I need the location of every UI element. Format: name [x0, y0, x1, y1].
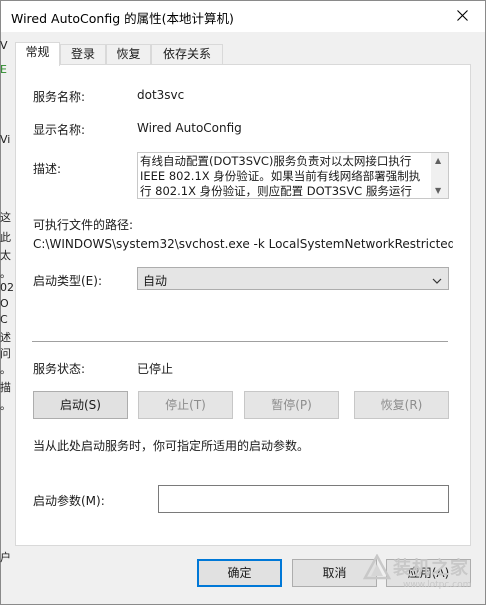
- stop-button[interactable]: 停止(T): [138, 391, 233, 419]
- chevron-down-icon: [432, 274, 442, 288]
- cancel-button-label: 取消: [322, 566, 347, 580]
- watermark-url: www.lotpc.com: [403, 580, 472, 590]
- tab-logon[interactable]: 登录: [60, 44, 106, 64]
- tab-dependencies[interactable]: 依存关系: [151, 44, 223, 64]
- startup-type-label: 启动类型(E):: [33, 274, 102, 288]
- exe-path-label: 可执行文件的路径:: [33, 218, 134, 232]
- close-icon: [456, 9, 468, 24]
- start-button[interactable]: 启动(S): [33, 391, 128, 419]
- service-status-value: 已停止: [137, 362, 174, 376]
- start-params-hint: 当从此处启动服务时，你可指定所适用的启动参数。: [33, 439, 310, 453]
- tab-label: 常规: [25, 45, 50, 59]
- startup-type-value: 自动: [143, 274, 168, 288]
- tab-label: 恢复: [116, 47, 141, 61]
- window-title: Wired AutoConfig 的属性(本地计算机): [11, 11, 234, 26]
- tab-general[interactable]: 常规: [15, 42, 60, 66]
- service-name-label: 服务名称:: [33, 90, 86, 104]
- watermark: 装机之家 www.lotpc.com: [361, 552, 481, 598]
- tab-label: 登录: [70, 47, 95, 61]
- ok-button[interactable]: 确定: [197, 559, 282, 587]
- watermark-logo-icon: [362, 553, 392, 583]
- tab-recovery[interactable]: 恢复: [106, 44, 151, 64]
- description-text: 有线自动配置(DOT3SVC)服务负责对以太网接口执行 IEEE 802.1X …: [140, 154, 421, 198]
- general-tab-panel: 服务名称: dot3svc 显示名称: Wired AutoConfig 描述:…: [15, 64, 471, 546]
- separator: [32, 341, 448, 342]
- close-button[interactable]: [439, 1, 485, 32]
- service-name-value: dot3svc: [137, 88, 185, 102]
- description-label: 描述:: [33, 162, 62, 176]
- title-bar: Wired AutoConfig 的属性(本地计算机): [1, 1, 485, 32]
- resume-button[interactable]: 恢复(R): [354, 391, 449, 419]
- start-button-label: 启动(S): [60, 398, 101, 412]
- stop-button-label: 停止(T): [165, 398, 206, 412]
- service-status-label: 服务状态:: [33, 362, 86, 376]
- properties-dialog: Wired AutoConfig 的属性(本地计算机) 常规 登录 恢复 依存关…: [0, 0, 486, 605]
- startup-type-select[interactable]: 自动: [137, 267, 449, 290]
- pause-button[interactable]: 暂停(P): [244, 391, 339, 419]
- tab-label: 依存关系: [162, 47, 211, 61]
- scroll-up-icon[interactable]: ▲: [435, 156, 441, 165]
- display-name-label: 显示名称:: [33, 123, 86, 137]
- exe-path-value: C:\WINDOWS\system32\svchost.exe -k Local…: [33, 237, 453, 251]
- display-name-value: Wired AutoConfig: [137, 121, 242, 135]
- resume-button-label: 恢复(R): [380, 398, 423, 412]
- ok-button-label: 确定: [227, 566, 252, 580]
- pause-button-label: 暂停(P): [271, 398, 312, 412]
- start-params-input[interactable]: [158, 485, 449, 513]
- start-params-label: 启动参数(M):: [33, 494, 105, 508]
- scroll-down-icon[interactable]: ▼: [435, 186, 441, 195]
- watermark-text: 装机之家: [393, 558, 469, 579]
- description-box[interactable]: 有线自动配置(DOT3SVC)服务负责对以太网接口执行 IEEE 802.1X …: [137, 152, 449, 199]
- description-scrollbar[interactable]: ▲ ▼: [431, 153, 448, 198]
